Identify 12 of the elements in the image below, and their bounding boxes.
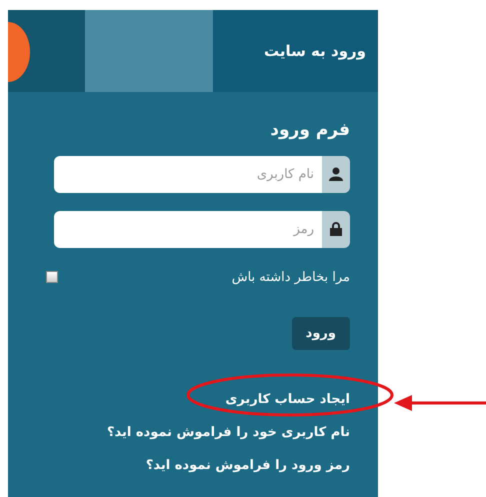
logo-icon <box>8 22 30 82</box>
user-icon <box>329 167 343 181</box>
lock-icon <box>330 222 342 236</box>
header-title: ورود به سایت <box>264 40 366 62</box>
login-button[interactable]: ورود <box>292 317 350 350</box>
account-link[interactable]: نام کاربری خود را فراموش نموده اید؟ <box>106 425 350 440</box>
form-title: فرم ورود <box>270 119 350 142</box>
account-link[interactable]: رمز ورود را فراموش نموده اید؟ <box>146 458 350 473</box>
input-field[interactable]: رمز <box>54 210 322 248</box>
remember-checkbox[interactable] <box>46 271 58 284</box>
input-field[interactable]: نام کاربری <box>54 156 322 192</box>
remember-label: مرا بخاطر داشته باش <box>232 268 350 286</box>
